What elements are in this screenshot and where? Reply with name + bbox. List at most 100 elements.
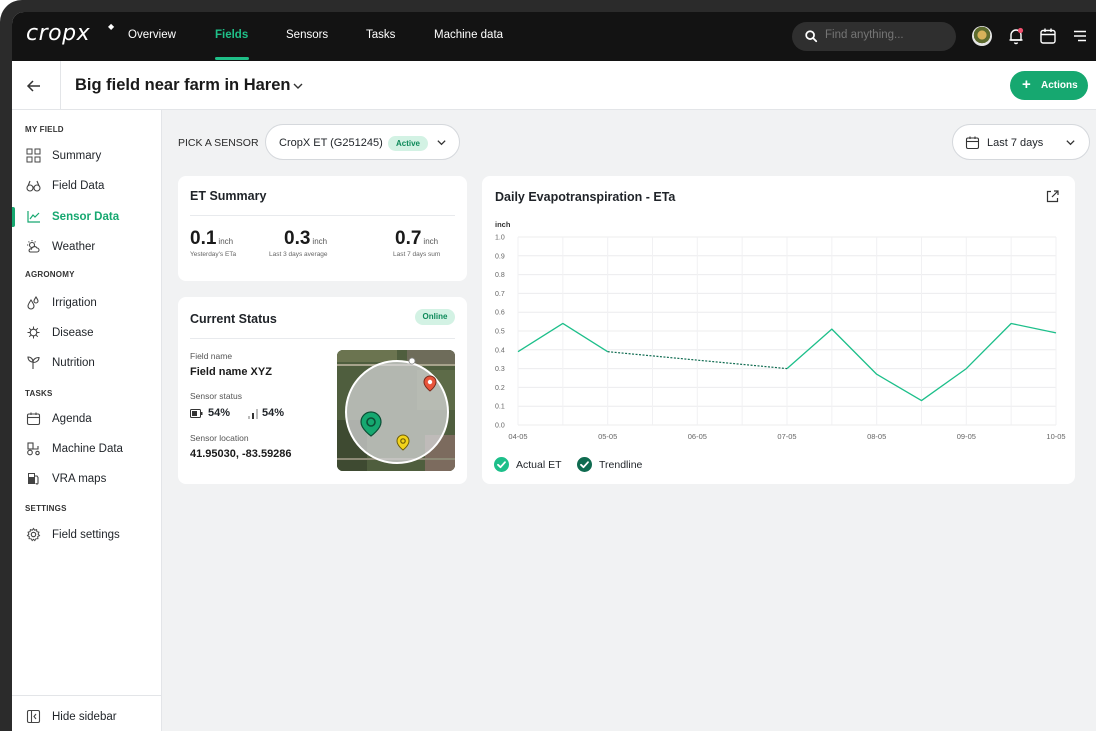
external-link-icon[interactable] [1045, 189, 1060, 204]
daily-et-chart-card: Daily Evapotranspiration - ETa inch 0.0 0.… [482, 176, 1075, 484]
check-circle-icon [494, 457, 509, 472]
x-tick-label: 07-05 [777, 432, 796, 441]
sidebar-item-field-data[interactable]: Field Data [12, 173, 161, 199]
logo-mark-icon: ◆ [108, 22, 115, 31]
et-summary-title: ET Summary [190, 189, 267, 203]
metric-caption: Yesterday's ETa [190, 251, 237, 258]
calendar-icon [965, 136, 980, 150]
x-tick-label: 09-05 [957, 432, 976, 441]
sidebar-item-weather[interactable]: Weather [12, 234, 161, 260]
sidebar-item-nutrition[interactable]: Nutrition [12, 350, 161, 376]
et-summary-card: ET Summary 0.1 inch Yesterday's ETa 0.3 in… [178, 176, 467, 281]
x-tick-label: 05-05 [598, 432, 617, 441]
back-arrow-icon[interactable] [25, 77, 43, 95]
satellite-map [337, 350, 455, 471]
y-tick-label: 0.8 [495, 272, 505, 279]
et-line-chart: inch 0.0 0.1 0.2 0.3 0.4 0.5 0.6 0.7 0.8 0.9 1.0 04-… [495, 220, 1066, 441]
sidebar-item-label: Sensor Data [52, 211, 120, 223]
metric-7-day-sum: 0.7 inch Last 7 days sum [393, 228, 440, 258]
page-header: Big field near farm in Haren + Actions [12, 61, 1096, 110]
y-tick-label: 0.0 [495, 423, 505, 430]
battery-value: 54% [208, 407, 231, 419]
sensor-select-value: CropX ET (G251245) [279, 137, 383, 149]
gear-icon [26, 527, 41, 542]
x-tick-label: 10-05 [1046, 432, 1065, 441]
pick-sensor-label: PICK A SENSOR [178, 137, 259, 149]
card-divider [190, 215, 455, 216]
menu-icon[interactable] [1070, 26, 1090, 46]
metric-caption: Last 7 days sum [393, 251, 441, 258]
nav-sensors[interactable]: Sensors [286, 29, 328, 41]
metric-yesterday: 0.1 inch Yesterday's ETa [190, 228, 236, 258]
sensor-status-values: 54% 54% [190, 407, 300, 421]
nav-fields[interactable]: Fields [215, 29, 248, 41]
sidebar-divider [12, 695, 161, 696]
y-tick-label: 0.7 [495, 291, 505, 298]
online-badge: Online [415, 309, 455, 325]
search-icon [805, 30, 818, 43]
app-window: cropx ◆ Overview Fields Sensors Tasks Ma… [12, 12, 1096, 731]
status-badge: Active [388, 136, 428, 151]
sidebar-item-label: Machine Data [52, 443, 123, 455]
virus-icon [27, 326, 40, 339]
signal-icon [248, 409, 258, 419]
search-box[interactable] [792, 22, 956, 51]
field-map-thumbnail[interactable] [337, 350, 455, 471]
y-axis-unit: inch [495, 220, 511, 229]
chevron-down-icon [1066, 140, 1075, 146]
field-name-value: Field name XYZ [190, 366, 272, 378]
battery-icon [190, 409, 203, 418]
page-title[interactable]: Big field near farm in Haren [75, 76, 290, 95]
sidebar-item-summary[interactable]: Summary [12, 143, 161, 169]
nav-tasks[interactable]: Tasks [366, 29, 395, 41]
y-tick-label: 0.5 [495, 329, 505, 336]
actions-button[interactable]: + Actions [1010, 71, 1088, 100]
bell-icon[interactable] [1006, 26, 1026, 46]
y-tick-label: 1.0 [495, 235, 505, 242]
fuel-icon [28, 473, 39, 485]
y-tick-label: 0.6 [495, 310, 505, 317]
nav-machine-data[interactable]: Machine data [434, 29, 503, 41]
x-tick-label: 04-05 [508, 432, 527, 441]
cropx-logo[interactable]: cropx [26, 21, 90, 46]
hide-sidebar-label: Hide sidebar [52, 711, 117, 723]
nav-overview[interactable]: Overview [128, 29, 176, 41]
card-divider [190, 338, 455, 339]
calendar-icon [26, 412, 41, 426]
user-avatar[interactable] [972, 26, 992, 46]
field-name-label: Field name [190, 351, 233, 361]
sidebar-item-disease[interactable]: Disease [12, 320, 161, 346]
droplets-icon [27, 295, 39, 310]
grid-icon [26, 148, 41, 163]
sidebar-item-label: Agenda [52, 413, 92, 425]
legend-label: Actual ET [516, 459, 562, 471]
tractor-icon [27, 442, 40, 456]
collapse-sidebar-icon [26, 709, 41, 724]
sensor-status-label: Sensor status [190, 391, 242, 401]
device-frame: cropx ◆ Overview Fields Sensors Tasks Ma… [0, 0, 1096, 731]
signal-value: 54% [262, 407, 285, 419]
legend-label: Trendline [599, 459, 643, 471]
sidebar-item-label: Field Data [52, 180, 105, 192]
date-range-select[interactable]: Last 7 days [952, 124, 1090, 160]
sidebar-item-vra-maps[interactable]: VRA maps [12, 466, 161, 492]
sidebar-item-label: Disease [52, 327, 94, 339]
sidebar-item-irrigation[interactable]: Irrigation [12, 290, 161, 316]
sidebar-item-label: Field settings [52, 529, 120, 541]
calendar-icon[interactable] [1038, 26, 1058, 46]
sidebar-item-field-settings[interactable]: Field settings [12, 522, 161, 548]
weather-icon [27, 240, 40, 253]
sidebar-item-sensor-data[interactable]: Sensor Data [12, 204, 161, 230]
metric-value: 0.3 [284, 228, 311, 249]
section-label-tasks: TASKS [25, 389, 53, 398]
binoculars-icon [26, 180, 41, 192]
sidebar-item-label: Summary [52, 150, 102, 162]
plus-icon: + [1022, 76, 1031, 93]
search-input[interactable] [825, 29, 945, 41]
check-circle-icon [577, 457, 592, 472]
sensor-select[interactable]: CropX ET (G251245) Active [265, 124, 460, 160]
chevron-down-icon[interactable] [292, 80, 304, 92]
sidebar-item-agenda[interactable]: Agenda [12, 406, 161, 432]
hide-sidebar-button[interactable]: Hide sidebar [12, 704, 161, 730]
sidebar-item-machine-data[interactable]: Machine Data [12, 436, 161, 462]
